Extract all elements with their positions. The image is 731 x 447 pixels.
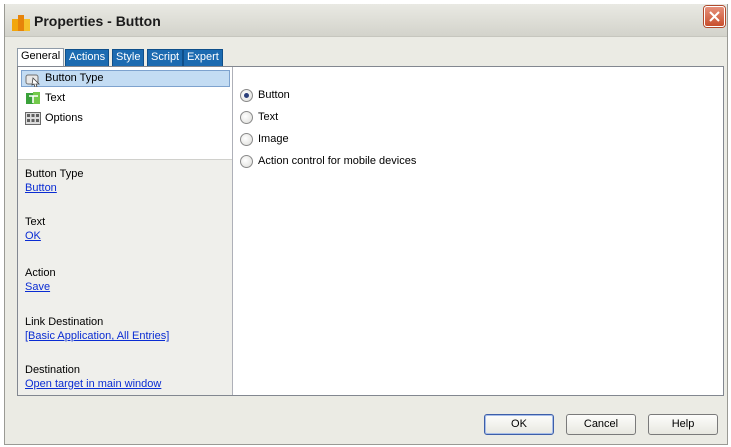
- text-icon: [26, 92, 40, 104]
- link-destination-link[interactable]: [Basic Application, All Entries]: [25, 329, 169, 343]
- left-pane: Button Type Text Options Button Type But…: [18, 67, 233, 395]
- title-bar: Properties - Button: [5, 4, 727, 37]
- radio-unchecked[interactable]: [240, 111, 253, 124]
- summary-label: Destination: [25, 364, 81, 376]
- tab-expert[interactable]: Expert: [183, 49, 223, 66]
- tree-item-button-type[interactable]: Button Type: [21, 70, 230, 87]
- button-type-icon: [25, 74, 40, 87]
- summary-label: Text: [25, 216, 46, 228]
- tree-item-label: Button Type: [45, 72, 104, 84]
- tree-item-label: Options: [45, 112, 83, 124]
- summary-label: Action: [25, 267, 56, 279]
- button-type-link[interactable]: Button: [25, 181, 84, 195]
- tab-style[interactable]: Style: [112, 49, 145, 66]
- radio-label: Text: [258, 111, 279, 123]
- property-tree: Button Type Text Options: [18, 67, 232, 160]
- app-icon: [12, 15, 30, 31]
- ok-button[interactable]: OK: [484, 414, 554, 435]
- action-link[interactable]: Save: [25, 280, 56, 294]
- options-icon: [25, 112, 41, 125]
- close-icon: [709, 11, 720, 22]
- help-button[interactable]: Help: [648, 414, 718, 435]
- radio-label: Action control for mobile devices: [258, 155, 417, 167]
- button-type-options: Button Text Image Action control for mob…: [233, 67, 723, 395]
- summary-destination: Destination Open target in main window: [25, 363, 161, 391]
- radio-unchecked[interactable]: [240, 155, 253, 168]
- radio-unchecked[interactable]: [240, 133, 253, 146]
- summary-label: Link Destination: [25, 316, 104, 328]
- tab-content-panel: Button Type Text Options Button Type But…: [17, 66, 724, 396]
- summary-label: Button Type: [25, 168, 84, 180]
- tree-item-label: Text: [45, 92, 66, 104]
- dialog-title: Properties - Button: [34, 13, 161, 29]
- properties-dialog: Properties - Button General Actions Styl…: [4, 4, 728, 445]
- summary-action: Action Save: [25, 266, 56, 294]
- tree-item-options[interactable]: Options: [25, 110, 225, 127]
- radio-label: Image: [258, 133, 289, 145]
- radio-label: Button: [258, 89, 290, 101]
- tree-item-text[interactable]: Text: [25, 90, 225, 107]
- cancel-button[interactable]: Cancel: [566, 414, 636, 435]
- destination-link[interactable]: Open target in main window: [25, 377, 161, 391]
- summary-link-destination: Link Destination [Basic Application, All…: [25, 315, 169, 343]
- text-link[interactable]: OK: [25, 229, 45, 243]
- tab-script[interactable]: Script: [147, 49, 184, 66]
- tab-actions[interactable]: Actions: [65, 49, 110, 66]
- close-button[interactable]: [704, 6, 725, 27]
- radio-checked[interactable]: [240, 89, 253, 102]
- summary-button-type: Button Type Button: [25, 167, 84, 195]
- tab-general[interactable]: General: [17, 48, 65, 67]
- summary-text: Text OK: [25, 215, 45, 243]
